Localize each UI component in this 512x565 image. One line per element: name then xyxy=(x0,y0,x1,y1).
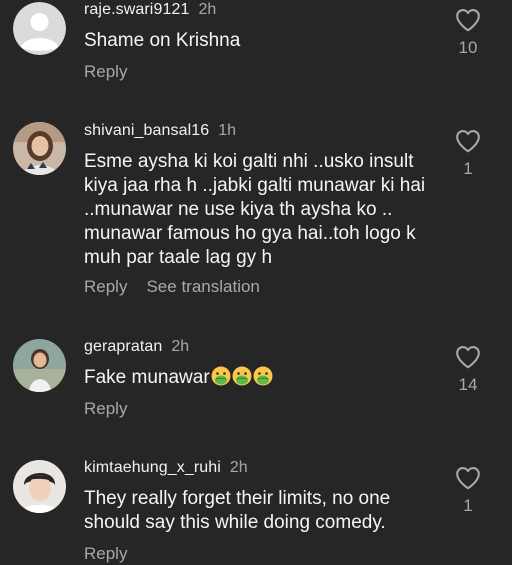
like-count: 10 xyxy=(458,38,478,57)
reply-button[interactable]: Reply xyxy=(84,399,127,419)
like-control: 1 xyxy=(450,466,486,516)
reply-button[interactable]: Reply xyxy=(84,544,127,564)
username[interactable]: kimtaehung_x_ruhi xyxy=(84,459,221,477)
like-count: 1 xyxy=(463,496,473,515)
nauseated-face-icon xyxy=(211,366,231,386)
comment-actions: Reply xyxy=(84,398,127,420)
avatar[interactable] xyxy=(13,122,66,175)
timestamp: 2h xyxy=(171,338,190,355)
profile-photo-icon xyxy=(13,460,66,513)
username[interactable]: raje.swari9121 xyxy=(84,1,189,19)
reply-button[interactable]: Reply xyxy=(84,62,127,82)
comment-text: They really forget their limits, no one … xyxy=(84,488,396,533)
heart-outline-icon[interactable] xyxy=(455,345,481,369)
username[interactable]: shivani_bansal16 xyxy=(84,122,209,140)
see-translation-button[interactable]: See translation xyxy=(146,277,259,297)
comment-actions: Reply xyxy=(84,61,127,83)
comment-text-content: Fake munawar xyxy=(84,367,210,388)
nauseated-face-icon xyxy=(253,366,273,386)
comment-actions: Reply See translation xyxy=(84,276,260,298)
like-control: 10 xyxy=(450,8,486,58)
comment-meta: gerapratan 2h xyxy=(84,337,189,357)
like-control: 1 xyxy=(450,129,486,179)
profile-photo-icon xyxy=(13,122,66,175)
comment-meta: shivani_bansal16 1h xyxy=(84,121,236,141)
nauseated-face-icon xyxy=(232,366,252,386)
like-count: 14 xyxy=(458,375,478,394)
avatar[interactable] xyxy=(13,2,66,55)
heart-outline-icon[interactable] xyxy=(455,466,481,490)
avatar[interactable] xyxy=(13,460,66,513)
heart-outline-icon[interactable] xyxy=(455,129,481,153)
comment-meta: kimtaehung_x_ruhi 2h xyxy=(84,458,248,478)
like-control: 14 xyxy=(450,345,486,395)
comment-text: Fake munawar xyxy=(84,366,446,390)
heart-outline-icon[interactable] xyxy=(455,8,481,32)
comments-list: raje.swari9121 2h Shame on Krishna Reply… xyxy=(0,0,512,563)
avatar[interactable] xyxy=(13,339,66,392)
comment-text: Shame on Krishna xyxy=(84,30,241,51)
like-count: 1 xyxy=(463,159,473,178)
comment-meta: raje.swari9121 2h xyxy=(84,0,216,20)
comment-text: Esme aysha ki koi galti nhi ..usko insul… xyxy=(84,151,431,268)
comment-actions: Reply xyxy=(84,543,127,565)
timestamp: 2h xyxy=(229,459,248,476)
timestamp: 2h xyxy=(198,1,217,18)
profile-photo-icon xyxy=(13,339,66,392)
username[interactable]: gerapratan xyxy=(84,338,162,356)
reply-button[interactable]: Reply xyxy=(84,277,127,297)
timestamp: 1h xyxy=(218,122,237,139)
default-avatar-icon xyxy=(13,2,66,55)
